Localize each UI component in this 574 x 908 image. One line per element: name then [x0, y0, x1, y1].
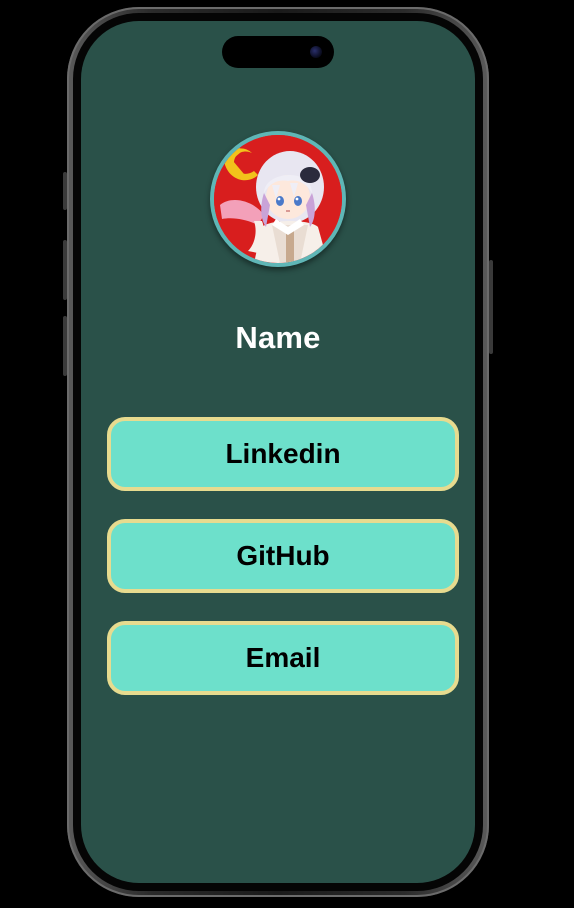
phone-power-button [489, 260, 493, 354]
dynamic-island [222, 36, 334, 68]
phone-screen: Name Linkedin GitHub Email [81, 21, 475, 883]
stage: Name Linkedin GitHub Email [0, 0, 574, 908]
linkedin-button[interactable]: Linkedin [107, 417, 459, 491]
camera-icon [310, 46, 322, 58]
email-button[interactable]: Email [107, 621, 459, 695]
anime-avatar-icon [214, 135, 342, 263]
github-button[interactable]: GitHub [107, 519, 459, 593]
avatar [210, 131, 346, 267]
profile-name: Name [235, 320, 321, 355]
phone-frame: Name Linkedin GitHub Email [67, 7, 489, 897]
phone-bezel: Name Linkedin GitHub Email [73, 13, 483, 891]
